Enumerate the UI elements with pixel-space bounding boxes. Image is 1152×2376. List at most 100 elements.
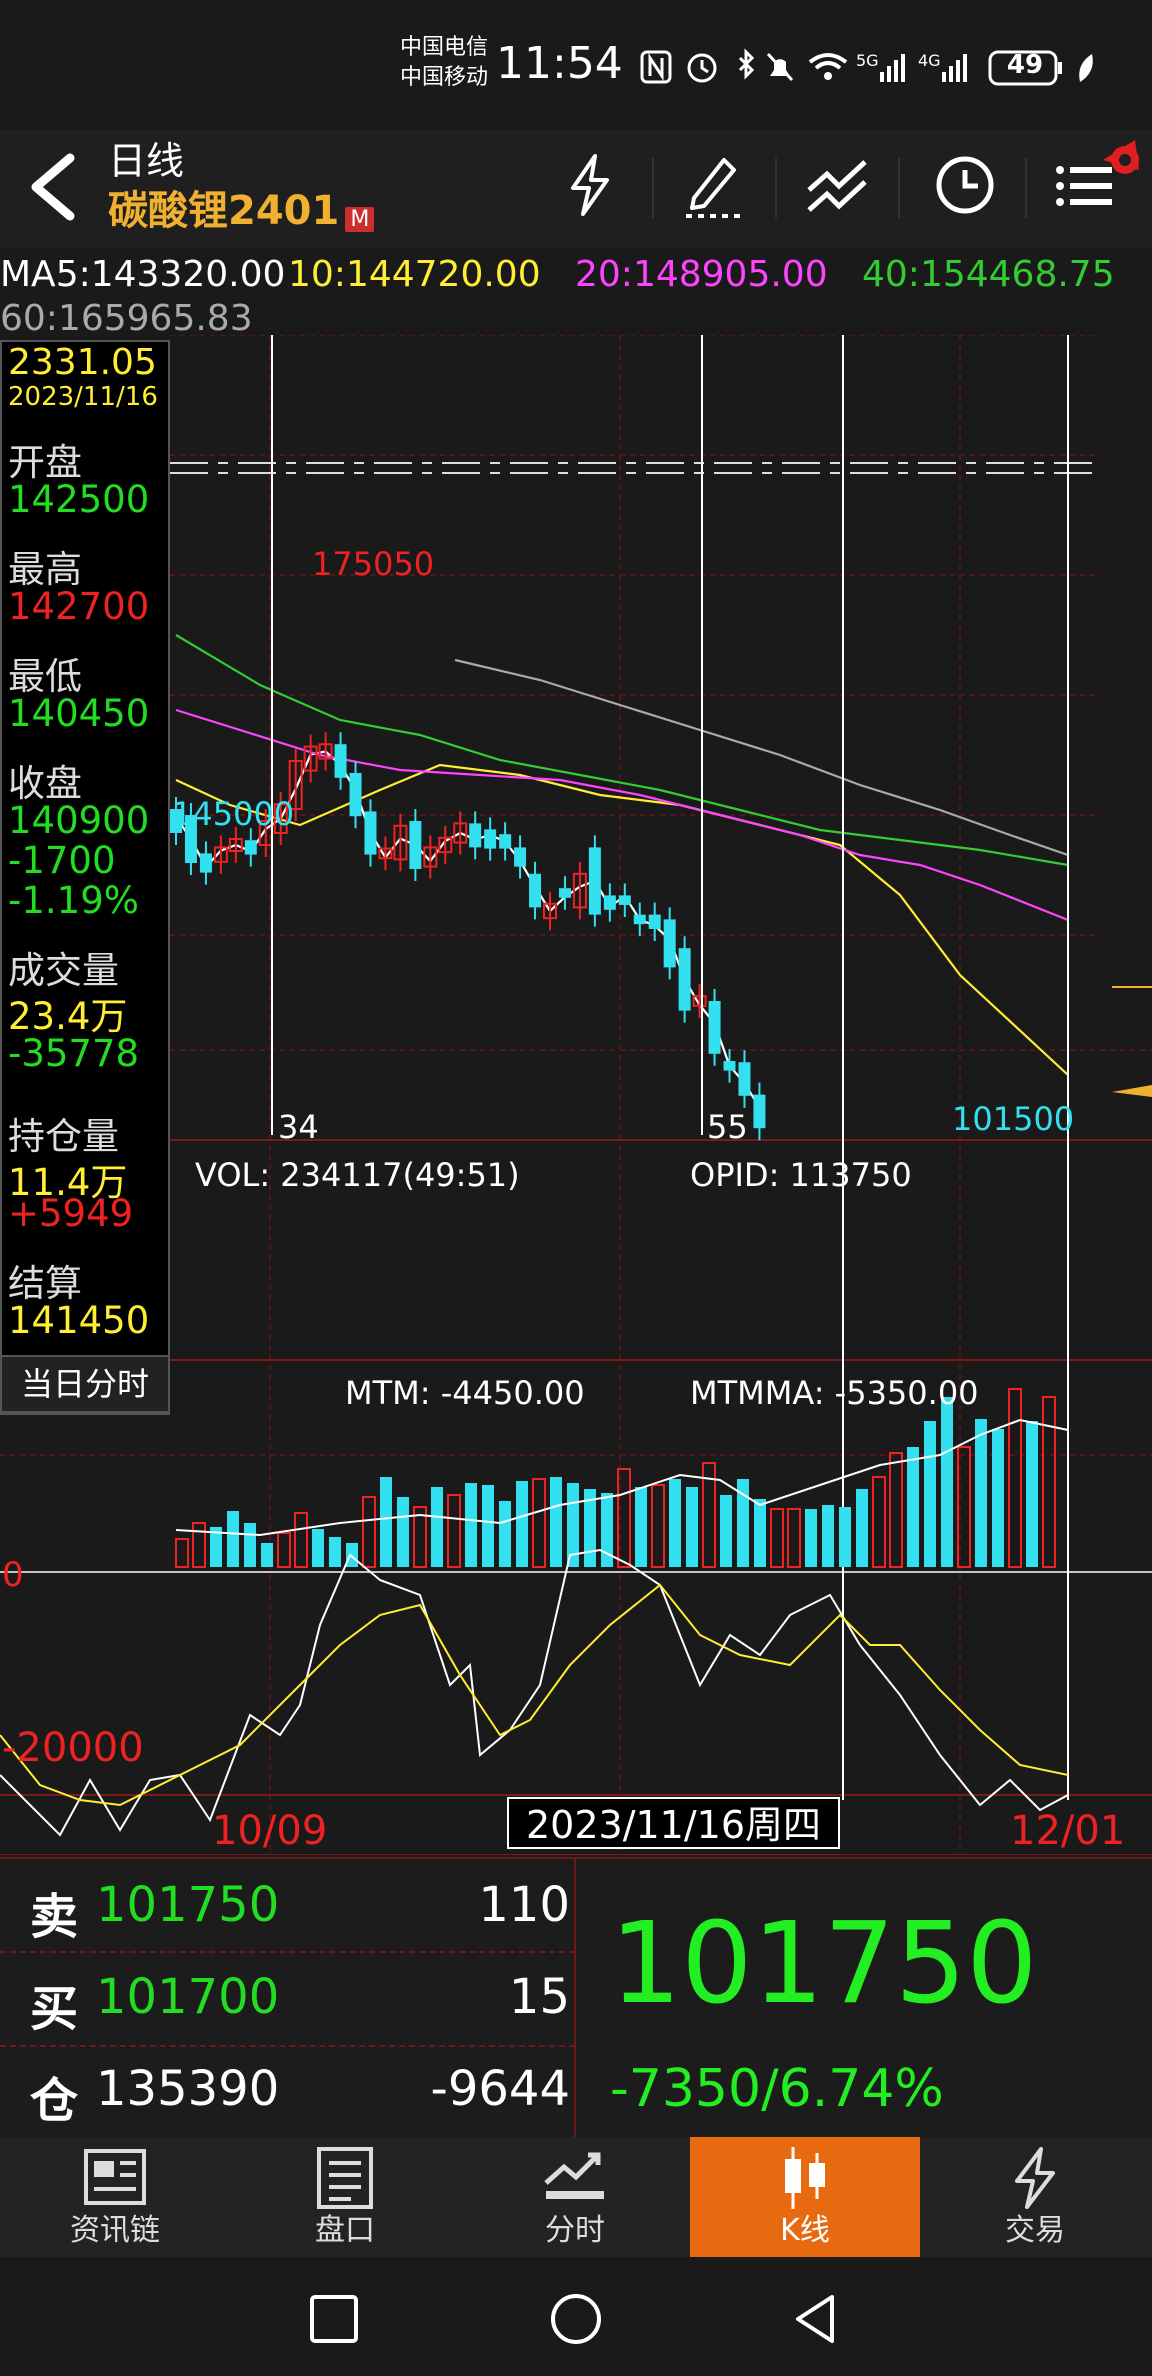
sell-price[interactable]: 101750 [96,1877,279,1933]
buy-volume: 15 [508,1969,570,2025]
tab-trade[interactable]: 交易 [920,2137,1150,2257]
symbol-title[interactable]: 碳酸锂2401 M [108,178,375,236]
ma-lines [175,634,1069,1108]
volume-bar [227,1511,239,1567]
bar-count-34: 34 [278,1108,319,1146]
leaf-icon [1079,54,1093,82]
volume-bar [362,1496,376,1568]
battery-level: 49 [1006,50,1044,80]
sell-label: 卖 [30,1889,79,1945]
volume-bar [499,1501,511,1567]
candle [678,936,691,1023]
candle [334,732,347,790]
tab-order-book[interactable]: 盘口 [230,2137,460,2257]
volume-bar [770,1508,784,1568]
notification-megaphone-icon[interactable] [1095,130,1152,180]
order-book-icon [317,2147,373,2209]
volume-bar [720,1495,732,1567]
volume-bar [277,1532,291,1568]
volume-bar [839,1507,851,1567]
home-icon[interactable] [548,2291,604,2347]
mtm-neg-label: -20000 [2,1725,144,1771]
candle [453,811,468,855]
mtm-line [0,1548,1069,1837]
current-price-arrow [1112,1085,1152,1097]
high-value: 142700 [8,585,150,628]
tab-news-chain[interactable]: 资讯链 [0,2137,230,2257]
intraday-button[interactable]: 当日分时 [0,1355,170,1413]
mute-icon [766,52,794,82]
signal-4g-icon: 4G [918,51,967,82]
nfc-icon [640,50,672,84]
volume-bar [447,1494,461,1568]
volume-bar [261,1543,273,1567]
volume-bar [516,1481,528,1567]
tab-intraday[interactable]: 分时 [460,2137,690,2257]
buy-price[interactable]: 101700 [96,1969,279,2025]
volume-bar [651,1484,665,1568]
volume-bar [294,1512,308,1568]
volume-bar [669,1479,681,1567]
volume-change-value: -35778 [8,1032,140,1075]
tab-label: 交易 [1005,2213,1065,2248]
candle [364,799,377,867]
intraday-chart-icon [544,2152,604,2199]
last-change: -7350/6.74% [610,2059,944,2119]
bar-count-55: 55 [707,1108,748,1146]
back-icon[interactable] [22,152,82,222]
crosshair-info-panel: 2331.05 2023/11/16 开盘 142500 最高 142700 最… [0,340,170,1415]
volume-bar [822,1505,834,1567]
open-interest-change: +5949 [8,1192,134,1235]
volume-bar [244,1523,256,1567]
period-title: 日线 [108,139,185,183]
volume-bar [1042,1396,1056,1568]
tab-label: 分时 [545,2213,605,2248]
candle [303,734,318,783]
volume-bar [992,1429,1004,1567]
settle-value: 141450 [8,1299,150,1342]
open-value: 142500 [8,478,150,521]
volume-bar [397,1497,409,1567]
candlestick-icon [785,2147,825,2209]
date-left-label: 10/09 [212,1808,328,1854]
status-bar: 中国电信 中国移动 11:54 5G 4G 49 [0,0,1152,130]
candle [633,902,646,937]
volume-bar [1008,1388,1022,1568]
candle [499,822,512,861]
lightning-icon[interactable] [555,150,625,220]
candle [692,984,707,1018]
candle [514,835,527,879]
quote-vertical-divider [574,1859,576,2139]
info-date: 2023/11/16 [8,382,158,412]
status-time: 11:54 [496,38,623,89]
recent-apps-icon[interactable] [308,2293,360,2345]
volume-bar [380,1477,392,1567]
kline-chart[interactable] [0,335,1152,1855]
volume-bar [1026,1421,1038,1567]
alarm-icon [687,53,717,83]
volume-bar [907,1447,919,1567]
volume-bar [465,1483,477,1567]
candle [199,841,212,885]
volume-bar [312,1529,324,1567]
candle [738,1050,751,1108]
ma10-line [175,763,1069,1076]
app-header: 日线 碳酸锂2401 M [0,130,1152,248]
main-contract-badge: M [345,207,375,232]
high-mark-label: 175050 [312,545,435,583]
indicator-icon[interactable] [803,150,873,220]
back-nav-icon[interactable] [788,2291,844,2347]
volume-bar [482,1485,494,1567]
draw-pen-icon[interactable] [680,150,750,220]
cursor-date-label: 2023/11/16周四 [507,1797,840,1849]
candle [529,861,542,920]
candle [469,811,482,860]
volume-bar [941,1397,953,1567]
clock-icon[interactable] [930,150,1000,220]
wifi-icon [808,53,848,80]
candle [484,817,497,861]
header-divider [652,158,654,218]
volume-bar [431,1487,443,1567]
tab-kline[interactable]: K线 [690,2137,920,2257]
buy-label: 买 [30,1981,79,2037]
